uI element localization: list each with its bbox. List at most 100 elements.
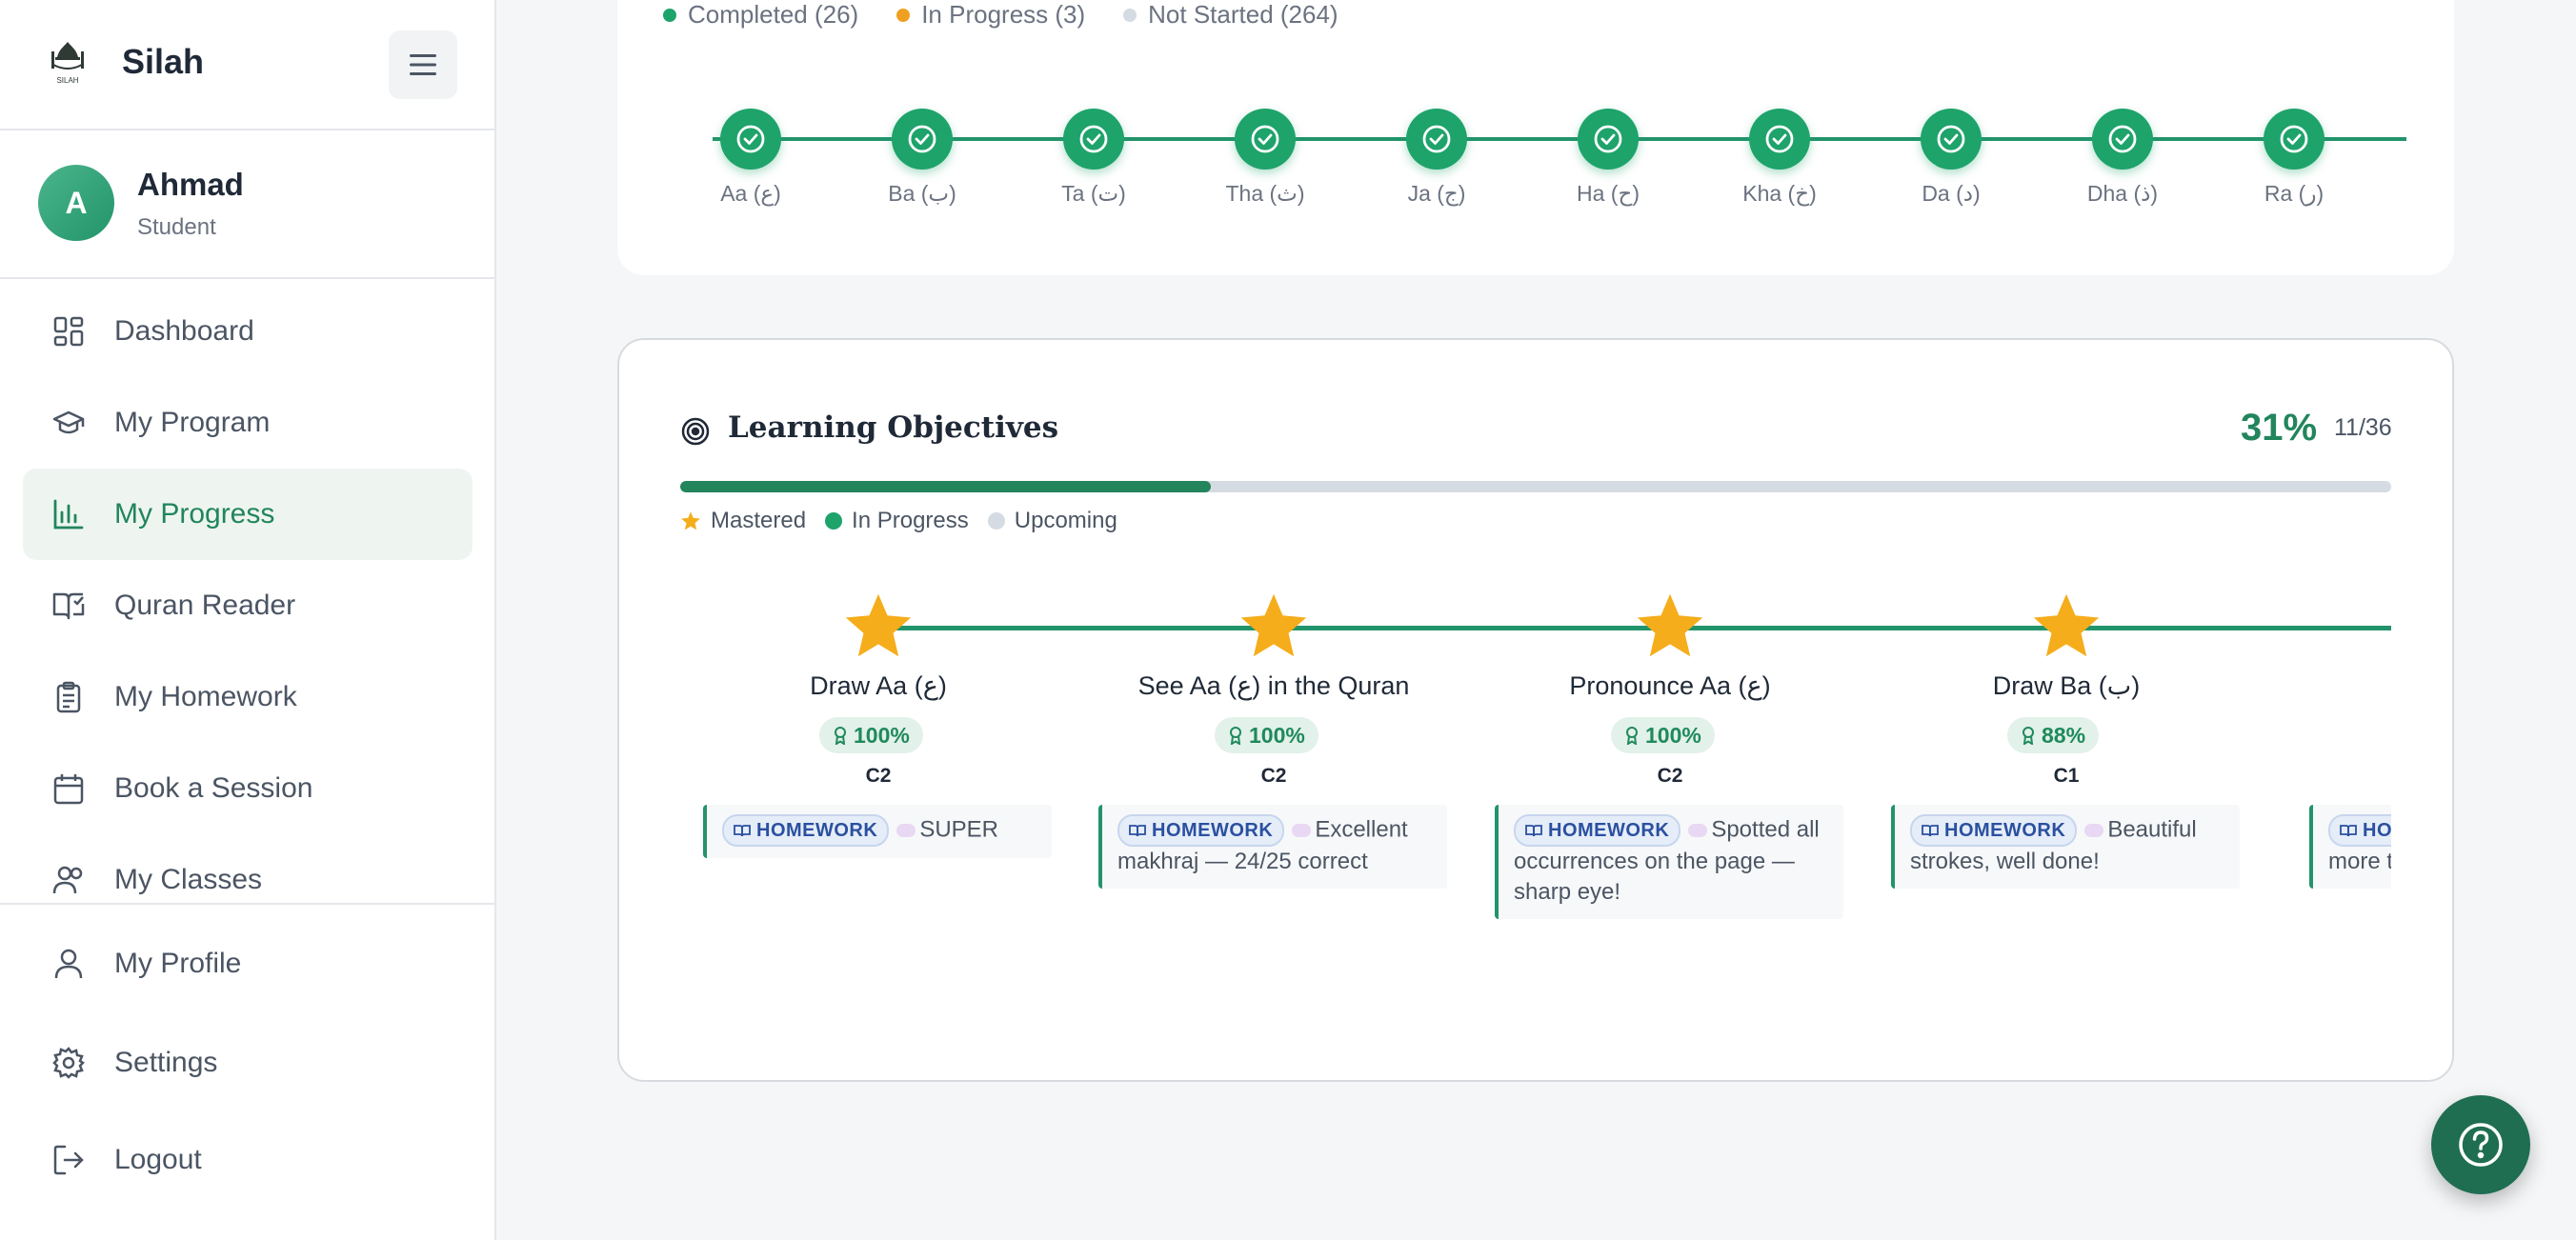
- book-open-icon: [734, 825, 751, 837]
- homework-tag-label: HOMEWORK: [1152, 820, 1274, 841]
- homework-tag[interactable]: HOMEWORK: [722, 814, 890, 847]
- letter-label: Da (د): [1922, 181, 1981, 206]
- nav-label: My Progress: [114, 498, 275, 530]
- objectives-progress-bar: [680, 481, 2391, 492]
- users-icon: [52, 866, 83, 894]
- legend-in-progress: In Progress: [825, 508, 969, 534]
- logout-icon: [53, 1145, 84, 1175]
- homework-note: HOMEWORK SUPER: [703, 805, 1052, 858]
- nav-label: Quran Reader: [114, 590, 296, 621]
- book-open-icon: [1922, 825, 1939, 837]
- nav-label: My Program: [114, 407, 271, 438]
- award-icon: [835, 727, 846, 745]
- nav-item-my-classes[interactable]: My Classes: [23, 834, 473, 903]
- letter-node-completed[interactable]: [1921, 109, 1982, 170]
- letter-node-completed[interactable]: [892, 109, 953, 170]
- legend-label: Completed (26): [688, 0, 859, 29]
- objectives-timeline[interactable]: Draw Aa (ع) 100% C2 HOMEWORK SUPER See Aa (ع)…: [680, 569, 2391, 1045]
- level-label: C2: [1657, 765, 1683, 787]
- user-icon: [54, 949, 83, 979]
- legend-dot: [896, 8, 911, 22]
- letter-node-completed[interactable]: [1578, 109, 1639, 170]
- nav-item-settings[interactable]: Settings: [23, 1017, 473, 1109]
- star-icon: [1240, 593, 1307, 657]
- letter-label: Ba (ب): [888, 181, 956, 206]
- nav-label: My Classes: [114, 864, 263, 895]
- letter-label: Aa (ع): [720, 181, 781, 206]
- nav-item-quran-reader[interactable]: Quran Reader: [23, 560, 473, 651]
- letter-label: Dha (ذ): [2086, 181, 2159, 206]
- book-open-icon: [1129, 825, 1146, 837]
- brand-header: SILAH Silah: [0, 0, 494, 130]
- bottom-nav: My Profile Settings Logout: [0, 903, 494, 1240]
- check-circle-icon: [1079, 125, 1108, 153]
- check-circle-icon: [2280, 125, 2308, 153]
- clipboard-icon: [56, 681, 81, 713]
- silah-logo: SILAH: [51, 42, 84, 85]
- legend-dot: [825, 512, 843, 530]
- progress-fill: [680, 481, 1211, 492]
- homework-tag-label: HOMEWORK: [2363, 820, 2391, 841]
- award-icon: [1626, 727, 1638, 745]
- help-icon: [2459, 1123, 2503, 1167]
- objectives-count: 11/36: [2334, 414, 2392, 441]
- check-circle-icon: [1251, 125, 1279, 153]
- nav-item-my-profile[interactable]: My Profile: [23, 918, 473, 1010]
- letter-node-completed[interactable]: [1749, 109, 1810, 170]
- homework-tag[interactable]: HOMEWORK: [2328, 814, 2391, 847]
- check-circle-icon: [1765, 125, 1794, 153]
- check-circle-icon: [1594, 125, 1622, 153]
- legend-dot: [1123, 8, 1137, 22]
- nav-item-my-homework[interactable]: My Homework: [23, 651, 473, 743]
- nav-label: Dashboard: [114, 315, 254, 347]
- main-nav: Dashboard My Program My Progress Quran R…: [0, 286, 494, 903]
- letter-node-completed[interactable]: [1406, 109, 1467, 170]
- level-label: C1: [2053, 765, 2080, 787]
- star-icon: [681, 511, 700, 530]
- legend-dot: [987, 512, 1005, 530]
- menu-toggle-button[interactable]: [389, 30, 457, 99]
- homework-note: HOMEWORK Beautiful strokes, well done!: [1891, 805, 2240, 889]
- nav-item-my-progress[interactable]: My Progress: [23, 469, 473, 560]
- gear-icon: [52, 1047, 85, 1079]
- letter-label: Ra (ر): [2264, 181, 2324, 206]
- letter-node-completed[interactable]: [2264, 109, 2324, 170]
- svg-text:SILAH: SILAH: [56, 76, 78, 85]
- score-badge: 100%: [1611, 717, 1715, 753]
- bar-chart-icon: [53, 499, 84, 530]
- letter-node-completed[interactable]: [1235, 109, 1296, 170]
- book-open-check-icon: [52, 592, 85, 620]
- check-circle-icon: [736, 125, 765, 153]
- nav-item-dashboard[interactable]: Dashboard: [23, 286, 473, 377]
- legend-label: Not Started (264): [1148, 0, 1338, 29]
- nav-label: Book a Session: [114, 772, 313, 804]
- nav-label: My Profile: [114, 948, 242, 979]
- star-icon: [845, 593, 912, 657]
- homework-tag-label: HOMEWORK: [756, 820, 878, 841]
- letter-label: Ja (ج): [1407, 181, 1466, 206]
- letter-label: Tha (ث): [1225, 181, 1305, 206]
- score-badge: 100%: [1215, 717, 1318, 753]
- letter-node-completed[interactable]: [720, 109, 781, 170]
- level-label: C2: [1260, 765, 1287, 787]
- dashboard-icon: [53, 316, 84, 347]
- help-button[interactable]: [2431, 1095, 2530, 1194]
- objectives-title: Learning Objectives: [728, 410, 1059, 445]
- nav-label: Logout: [114, 1144, 202, 1175]
- letter-node-completed[interactable]: [1063, 109, 1124, 170]
- letter-node-completed[interactable]: [2092, 109, 2153, 170]
- homework-tag[interactable]: HOMEWORK: [1117, 814, 1285, 847]
- objective-name: Pronounce Aa (ع): [1569, 671, 1771, 700]
- homework-tag-label: HOMEWORK: [1944, 820, 2066, 841]
- calendar-icon: [53, 774, 84, 805]
- nav-item-logout[interactable]: Logout: [23, 1114, 473, 1206]
- score-value: 100%: [854, 722, 910, 748]
- homework-tag[interactable]: HOMEWORK: [1514, 814, 1681, 847]
- nav-item-my-program[interactable]: My Program: [23, 377, 473, 469]
- homework-tag[interactable]: HOMEWORK: [1910, 814, 2078, 847]
- check-circle-icon: [1422, 125, 1451, 153]
- check-circle-icon: [908, 125, 936, 153]
- hamburger-icon: [410, 54, 436, 75]
- objective-name: See Aa (ع) in the Quran: [1137, 671, 1410, 700]
- nav-item-book-a-session[interactable]: Book a Session: [23, 743, 473, 834]
